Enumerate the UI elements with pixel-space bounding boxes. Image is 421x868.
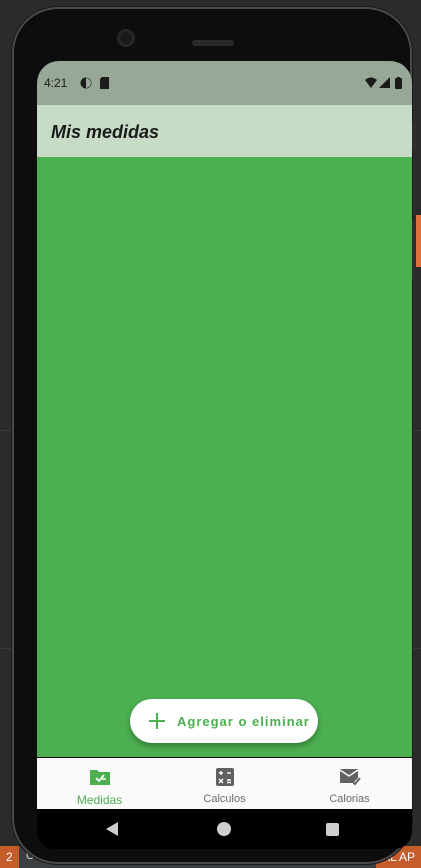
fab-label: Agregar o eliminar (177, 713, 310, 729)
notification-icon (80, 77, 92, 92)
home-icon[interactable] (217, 822, 231, 836)
front-camera (117, 29, 135, 47)
back-icon[interactable] (106, 822, 118, 836)
nav-label-calculos: Calculos (203, 793, 246, 805)
nav-item-medidas[interactable]: Medidas (37, 758, 162, 809)
nav-item-calorias[interactable]: Calorias (287, 758, 412, 809)
volume-button (412, 220, 416, 280)
recents-icon[interactable] (326, 823, 339, 836)
page-title: Mis medidas (51, 122, 160, 142)
phone-frame: 4:21 Mis medidas Agregar o eliminar Medi… (12, 7, 412, 864)
status-time: 4:21 (44, 76, 68, 90)
signal-icon (379, 77, 390, 91)
mail-check-icon (339, 768, 361, 791)
nav-label-calorias: Calorias (329, 793, 370, 805)
nav-label-medidas: Medidas (76, 793, 123, 807)
folder-ruler-icon (89, 768, 111, 791)
nav-item-calculos[interactable]: Calculos (162, 758, 287, 809)
battery-icon (395, 77, 402, 92)
add-or-remove-button[interactable]: Agregar o eliminar (130, 699, 318, 743)
plus-icon (147, 711, 167, 731)
main-content (37, 157, 412, 757)
system-navigation-bar (37, 809, 412, 849)
earpiece-speaker (192, 40, 234, 46)
power-button (412, 122, 416, 150)
device-screen: 4:21 Mis medidas Agregar o eliminar Medi… (37, 61, 412, 849)
bottom-navigation: Medidas Calculos Calorias (37, 758, 412, 809)
status-bar: 4:21 (37, 61, 412, 105)
wifi-icon (365, 77, 377, 91)
ide-scroll-accent (416, 215, 421, 267)
ide-tag: 2 (0, 846, 19, 868)
top-app-bar: Mis medidas (37, 105, 412, 158)
calculator-icon (215, 768, 234, 791)
sd-card-icon (99, 77, 110, 92)
